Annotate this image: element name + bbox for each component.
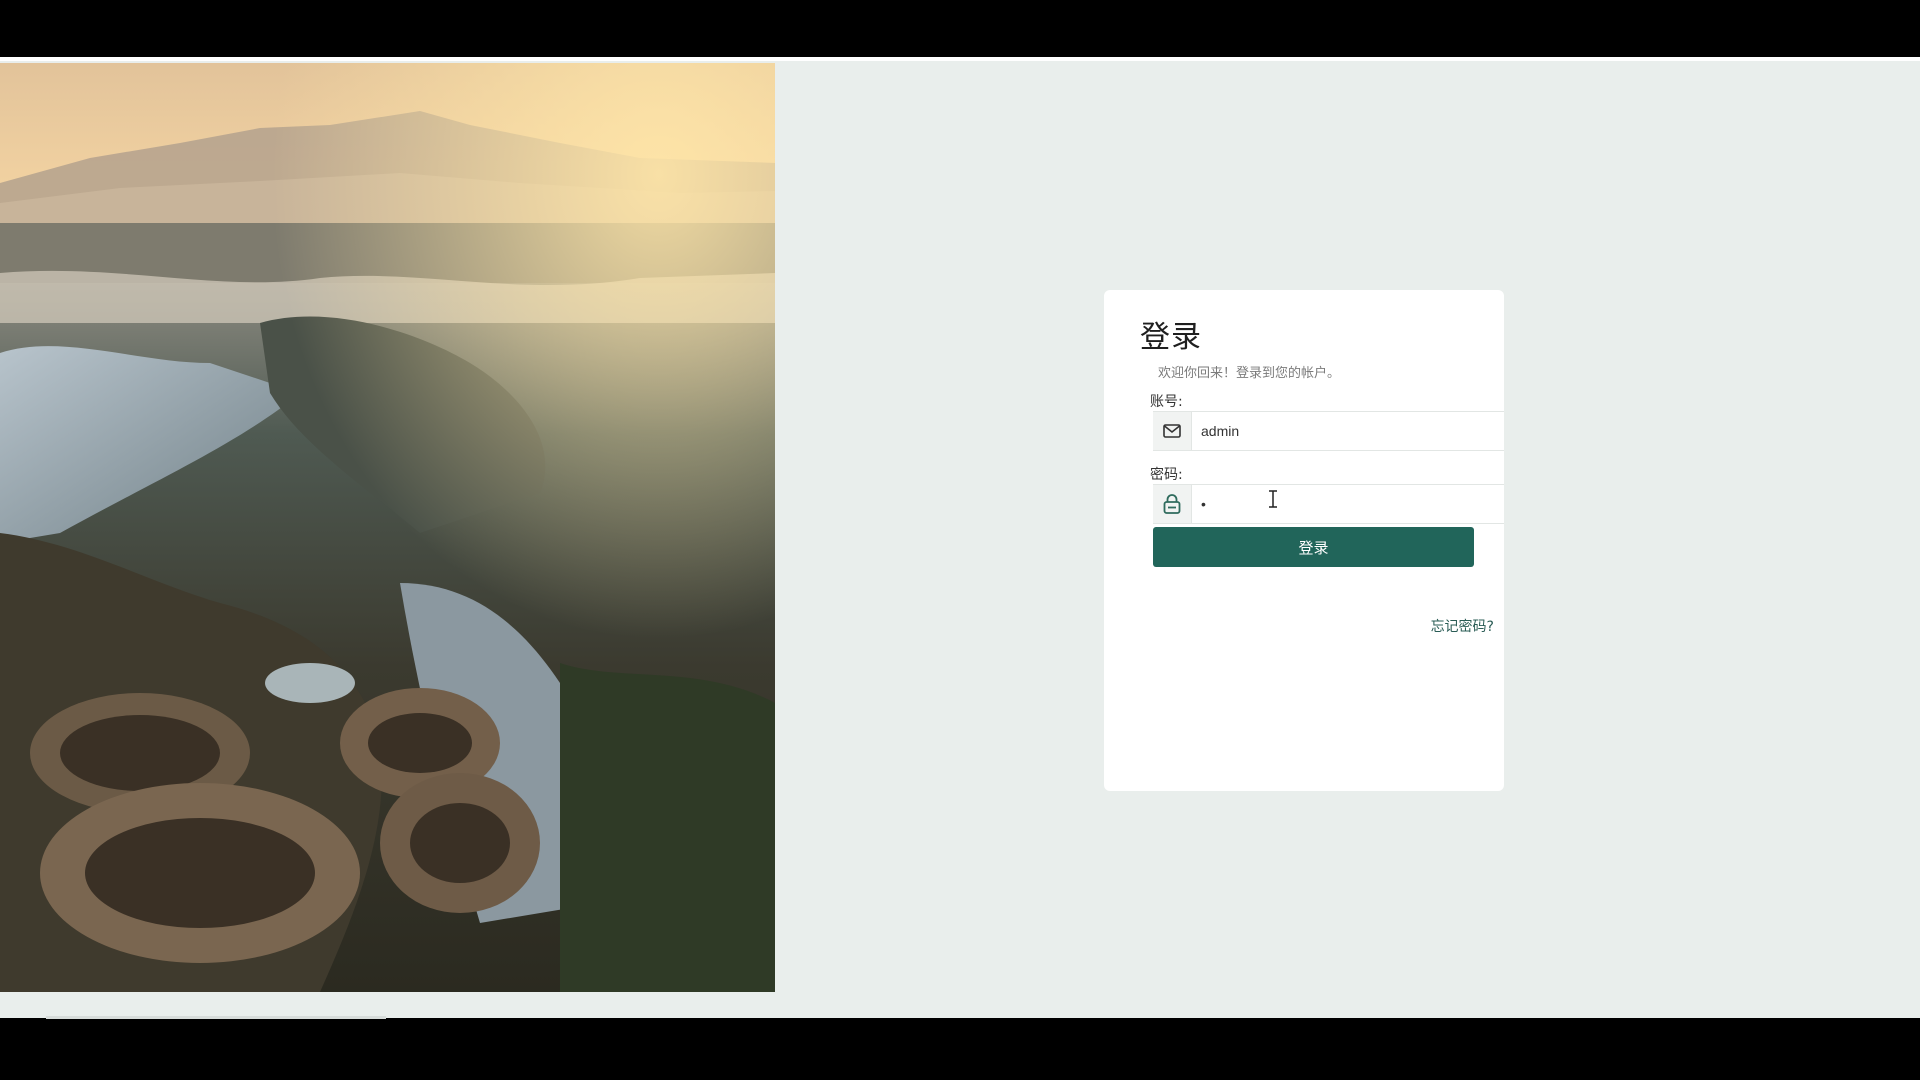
taskbar-tab bbox=[46, 1016, 386, 1019]
password-input[interactable] bbox=[1192, 485, 1504, 523]
mail-icon bbox=[1153, 412, 1192, 450]
lock-icon bbox=[1153, 485, 1192, 523]
login-button[interactable]: 登录 bbox=[1153, 527, 1474, 567]
login-title: 登录 bbox=[1140, 320, 1202, 355]
window-top-edge bbox=[0, 57, 1920, 61]
login-card: 登录 欢迎你回来！登录到您的帐户。 账号: 密码: 登录 忘记密码? bbox=[1104, 290, 1504, 791]
account-input[interactable] bbox=[1192, 412, 1504, 450]
forgot-password-link[interactable]: 忘记密码? bbox=[1431, 616, 1494, 636]
password-field bbox=[1153, 484, 1504, 524]
login-subtitle: 欢迎你回来！登录到您的帐户。 bbox=[1158, 366, 1341, 381]
account-label: 账号: bbox=[1150, 394, 1183, 410]
text-cursor-icon bbox=[1269, 490, 1277, 508]
password-label: 密码: bbox=[1150, 467, 1183, 483]
landscape-illustration bbox=[0, 63, 775, 992]
account-field bbox=[1153, 411, 1504, 451]
